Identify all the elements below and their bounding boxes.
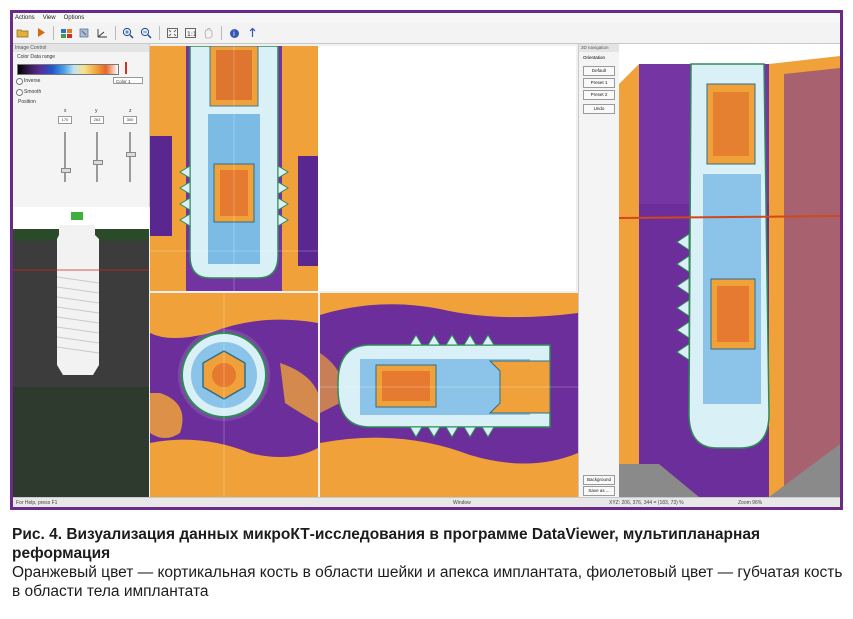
- view-layout-icon[interactable]: [59, 25, 74, 40]
- fit-window-icon[interactable]: [165, 25, 180, 40]
- position-x-axis-label: x: [64, 108, 67, 114]
- inverse-label: Inverse: [24, 78, 41, 84]
- position-y-slider[interactable]: [93, 132, 103, 182]
- position-x-input[interactable]: 170: [58, 116, 72, 124]
- background-button[interactable]: Background: [583, 475, 615, 485]
- zoom-out-icon[interactable]: [139, 25, 154, 40]
- position-x-slider[interactable]: [61, 132, 71, 182]
- status-bar: For Help, press F1 Window XYZ: 206, 376,…: [13, 497, 840, 507]
- smooth-checkbox[interactable]: [16, 89, 23, 96]
- color-group-label: Color Data range: [17, 54, 56, 60]
- menu-view[interactable]: View: [43, 15, 56, 21]
- image-control-panel: Image Control Color Data range Inverse C…: [13, 44, 150, 207]
- default-button[interactable]: Default: [583, 66, 615, 76]
- svg-text:1:1: 1:1: [187, 31, 197, 38]
- status-help-text: For Help, press F1: [16, 500, 58, 506]
- toolbar-divider: [53, 25, 54, 40]
- panel-title: Image Control: [13, 44, 149, 52]
- 3d-navigation-panel: 3D navigation Orientation Default Preset…: [578, 44, 620, 497]
- slice-icon[interactable]: [77, 25, 92, 40]
- preset-1-button[interactable]: Preset 1: [583, 78, 615, 88]
- open-folder-icon[interactable]: [15, 25, 30, 40]
- actual-size-icon[interactable]: 1:1: [183, 25, 198, 40]
- info-icon[interactable]: i: [227, 25, 242, 40]
- toolbar-divider: [221, 25, 222, 40]
- color-range-bar[interactable]: [17, 64, 119, 75]
- zoom-in-icon[interactable]: [121, 25, 136, 40]
- position-group-label: Position: [18, 99, 36, 105]
- sagittal-slice-view[interactable]: [320, 293, 578, 497]
- dataviewer-window: Actions View Options 1:1 i Image Control: [13, 13, 840, 507]
- position-z-slider[interactable]: [126, 132, 136, 182]
- color-range-marker[interactable]: [125, 62, 127, 74]
- preset-2-button[interactable]: Preset 2: [583, 90, 615, 100]
- caption-title: Рис. 4. Визуализация данных микроКТ-иссл…: [12, 526, 761, 562]
- empty-view-area: [318, 46, 576, 291]
- hand-icon[interactable]: [201, 25, 216, 40]
- coronal-slice-view[interactable]: [150, 46, 318, 291]
- svg-text:i: i: [233, 30, 235, 38]
- menu-options[interactable]: Options: [64, 15, 85, 21]
- toolbar-divider: [115, 25, 116, 40]
- smooth-label: Smooth: [24, 89, 42, 95]
- navigation-panel-title: 3D navigation: [579, 44, 619, 52]
- inverse-checkbox[interactable]: [16, 78, 23, 85]
- axial-slice-view[interactable]: [150, 293, 318, 497]
- position-z-input[interactable]: 300: [123, 116, 137, 124]
- undo-button[interactable]: Undo: [583, 104, 615, 114]
- play-icon[interactable]: [33, 25, 48, 40]
- 3d-volume-view[interactable]: [619, 44, 840, 497]
- toolbar-divider: [159, 25, 160, 40]
- position-y-axis-label: y: [95, 108, 98, 114]
- figure-caption: Рис. 4. Визуализация данных микроКТ-иссл…: [12, 525, 844, 601]
- color-select[interactable]: Color 1: [113, 77, 143, 84]
- axes-xyz-icon[interactable]: [95, 25, 110, 40]
- menubar: Actions View Options: [13, 13, 840, 22]
- status-zoom: Zoom 96%: [738, 500, 763, 506]
- position-z-axis-label: z: [129, 108, 132, 114]
- toolbar: 1:1 i: [13, 22, 840, 44]
- position-y-input[interactable]: 263: [90, 116, 104, 124]
- shadow-projection-preview[interactable]: [13, 207, 149, 497]
- status-coordinates: XYZ: 206, 376, 344 = (183, 73) %: [609, 500, 684, 506]
- menu-actions[interactable]: Actions: [15, 15, 35, 21]
- orientation-group-label: Orientation: [583, 55, 606, 60]
- save-as-button[interactable]: Save as ...: [583, 486, 615, 496]
- app-frame: Actions View Options 1:1 i Image Control: [10, 10, 843, 510]
- caption-text: Оранжевый цвет — кортикальная кость в об…: [12, 564, 843, 600]
- help-icon[interactable]: [245, 25, 260, 40]
- status-window-text: Window: [453, 500, 471, 506]
